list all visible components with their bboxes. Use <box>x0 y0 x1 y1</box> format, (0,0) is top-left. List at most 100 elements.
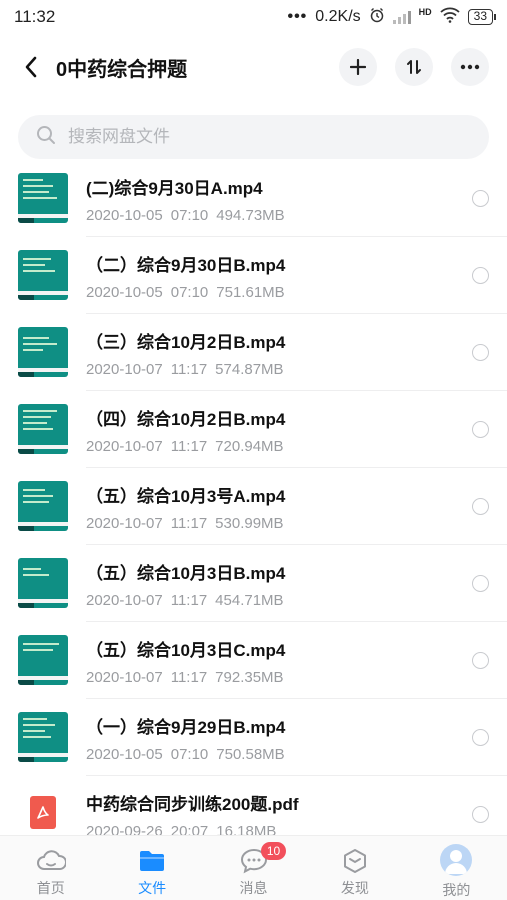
search-bar[interactable] <box>18 115 489 159</box>
file-size: 751.61MB <box>216 284 285 301</box>
file-size: 530.99MB <box>215 515 284 532</box>
select-radio[interactable] <box>472 344 489 361</box>
tab-me[interactable]: 我的 <box>406 836 507 900</box>
signal-icon <box>392 10 411 24</box>
network-speed: 0.2K/s <box>315 8 361 25</box>
file-size: 494.73MB <box>216 207 285 224</box>
search-icon <box>36 125 56 150</box>
status-dots: ••• <box>287 8 308 25</box>
file-info: (二)综合9月30日A.mp4 2020-10-05 07:10 494.73MB <box>86 174 293 224</box>
file-date: 2020-10-05 <box>86 284 163 301</box>
plus-icon <box>350 59 366 75</box>
search-input[interactable] <box>68 127 428 147</box>
file-row[interactable]: （二）综合9月30日B.mp4 2020-10-05 07:10 751.61MB <box>0 237 507 314</box>
file-info: 中药综合同步训练200题.pdf 2020-09-26 20:07 16.18MB <box>86 790 299 840</box>
file-name: （二）综合9月30日B.mp4 <box>86 256 286 275</box>
file-info: （二）综合9月30日B.mp4 2020-10-05 07:10 751.61MB <box>86 251 293 301</box>
folder-icon <box>137 848 167 874</box>
video-thumbnail <box>18 558 68 608</box>
status-time: 11:32 <box>14 7 56 26</box>
video-thumbnail <box>18 327 68 377</box>
select-radio[interactable] <box>472 729 489 746</box>
more-dots-icon <box>460 64 480 70</box>
status-right: ••• 0.2K/s HD 33 <box>287 6 497 28</box>
file-row[interactable]: （五）综合10月3号A.mp4 2020-10-07 11:17 530.99MB <box>0 468 507 545</box>
file-row[interactable]: （五）综合10月3日C.mp4 2020-10-07 11:17 792.35MB <box>0 622 507 699</box>
file-time: 11:17 <box>170 515 208 532</box>
video-thumbnail <box>18 712 68 762</box>
select-radio[interactable] <box>472 267 489 284</box>
video-thumbnail <box>18 250 68 300</box>
video-thumbnail <box>18 635 68 685</box>
back-chevron-icon[interactable] <box>18 54 44 80</box>
file-name: （五）综合10月3日B.mp4 <box>86 564 286 583</box>
file-size: 792.35MB <box>215 669 284 686</box>
pdf-file-icon <box>30 796 56 829</box>
file-info: （五）综合10月3日C.mp4 2020-10-07 11:17 792.35MB <box>86 636 292 686</box>
header: 0中药综合押题 <box>0 42 507 92</box>
tab-discover-label: 发现 <box>340 880 369 896</box>
file-name: （四）综合10月2日B.mp4 <box>86 410 286 429</box>
select-radio[interactable] <box>472 652 489 669</box>
file-row[interactable]: （一）综合9月29日B.mp4 2020-10-05 07:10 750.58MB <box>0 699 507 776</box>
select-radio[interactable] <box>472 575 489 592</box>
file-name: 中药综合同步训练200题.pdf <box>86 795 299 814</box>
file-meta: 2020-10-05 07:10 751.61MB <box>86 284 293 301</box>
tab-discover[interactable]: 发现 <box>304 836 405 900</box>
video-thumbnail <box>18 481 68 531</box>
discover-cube-icon <box>340 848 370 874</box>
file-row[interactable]: (二)综合9月30日A.mp4 2020-10-05 07:10 494.73MB <box>0 160 507 237</box>
page-title: 0中药综合押题 <box>56 58 188 81</box>
hd-label: HD <box>418 6 432 17</box>
file-info: （五）综合10月3日B.mp4 2020-10-07 11:17 454.71MB <box>86 559 292 609</box>
file-date: 2020-10-07 <box>86 592 163 609</box>
file-row[interactable]: （三）综合10月2日B.mp4 2020-10-07 11:17 574.87MB <box>0 314 507 391</box>
select-radio[interactable] <box>472 190 489 207</box>
wifi-icon <box>440 7 460 28</box>
select-radio[interactable] <box>472 806 489 823</box>
file-time: 11:17 <box>170 438 208 455</box>
file-meta: 2020-10-07 11:17 574.87MB <box>86 361 292 378</box>
file-info: （四）综合10月2日B.mp4 2020-10-07 11:17 720.94MB <box>86 405 292 455</box>
file-size: 454.71MB <box>215 592 284 609</box>
file-name: （一）综合9月29日B.mp4 <box>86 718 286 737</box>
avatar-icon <box>440 844 473 876</box>
tab-home-label: 首页 <box>36 880 65 896</box>
file-time: 11:17 <box>170 361 208 378</box>
file-info: （三）综合10月2日B.mp4 2020-10-07 11:17 574.87MB <box>86 328 292 378</box>
sort-button[interactable] <box>395 48 433 86</box>
file-date: 2020-10-07 <box>86 438 163 455</box>
file-date: 2020-10-05 <box>86 746 163 763</box>
file-size: 750.58MB <box>216 746 285 763</box>
file-time: 07:10 <box>170 746 209 763</box>
file-date: 2020-10-07 <box>86 669 163 686</box>
select-radio[interactable] <box>472 498 489 515</box>
video-thumbnail <box>18 404 68 454</box>
file-date: 2020-10-07 <box>86 515 163 532</box>
file-meta: 2020-10-05 07:10 494.73MB <box>86 207 293 224</box>
file-time: 07:10 <box>170 207 209 224</box>
video-thumbnail <box>18 173 68 223</box>
file-time: 07:10 <box>170 284 209 301</box>
file-row[interactable]: （五）综合10月3日B.mp4 2020-10-07 11:17 454.71MB <box>0 545 507 622</box>
tab-files-label: 文件 <box>138 880 167 896</box>
file-info: （一）综合9月29日B.mp4 2020-10-05 07:10 750.58MB <box>86 713 293 763</box>
file-size: 574.87MB <box>215 361 284 378</box>
select-radio[interactable] <box>472 421 489 438</box>
file-meta: 2020-10-05 07:10 750.58MB <box>86 746 293 763</box>
file-name: （三）综合10月2日B.mp4 <box>86 333 286 352</box>
battery-icon: 33 <box>467 9 497 25</box>
tab-home[interactable]: 首页 <box>0 836 101 900</box>
file-name: (二)综合9月30日A.mp4 <box>86 179 263 198</box>
tab-messages[interactable]: 10 消息 <box>203 836 304 900</box>
add-button[interactable] <box>339 48 377 86</box>
tab-files[interactable]: 文件 <box>101 836 202 900</box>
tab-messages-label: 消息 <box>239 880 268 896</box>
file-date: 2020-10-07 <box>86 361 163 378</box>
tab-me-label: 我的 <box>442 882 471 898</box>
more-button[interactable] <box>451 48 489 86</box>
file-row[interactable]: （四）综合10月2日B.mp4 2020-10-07 11:17 720.94MB <box>0 391 507 468</box>
file-time: 11:17 <box>170 669 208 686</box>
message-badge: 10 <box>260 842 287 860</box>
tab-bar: 首页 文件 10 消息 发现 我的 <box>0 835 507 900</box>
